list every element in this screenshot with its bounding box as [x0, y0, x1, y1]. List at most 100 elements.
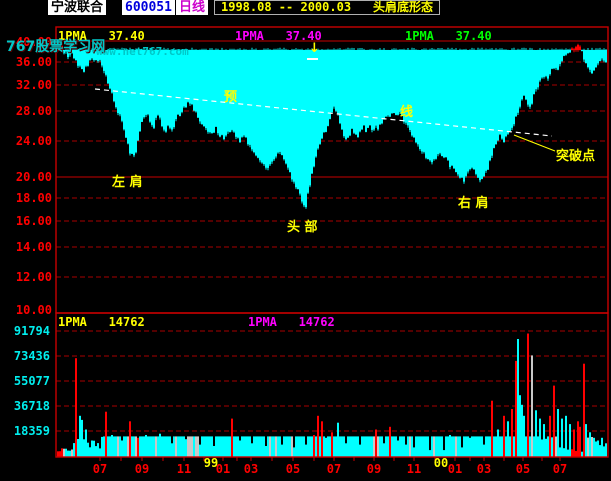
volume-bar [517, 339, 519, 457]
candle-body [433, 50, 435, 160]
volume-bar [415, 436, 417, 457]
volume-bar [483, 444, 485, 457]
candle-body [395, 50, 397, 115]
candle-body [445, 50, 447, 158]
volume-bar [521, 404, 523, 457]
candle-body [131, 50, 133, 154]
candle-body [453, 50, 455, 169]
volume-bar [595, 441, 597, 457]
price-ma-label: 1PMA 37.40 [405, 29, 492, 43]
volume-bar [543, 424, 545, 457]
candle-body [597, 50, 599, 64]
volume-bar [337, 422, 339, 457]
price-axis-label: 12.00 [15, 270, 52, 284]
volume-bar [107, 436, 109, 457]
candle-body [257, 50, 259, 158]
volume-bar [417, 436, 419, 457]
volume-bar [449, 435, 451, 457]
volume-bar [87, 442, 89, 457]
volume-bar [477, 436, 479, 457]
volume-bar [493, 436, 495, 457]
candle-body [529, 50, 531, 107]
candle-body [573, 49, 575, 51]
volume-bar [59, 451, 61, 457]
candle-body [387, 50, 389, 116]
candle-body [479, 50, 481, 181]
candle-body [537, 50, 539, 88]
candle-body [601, 50, 603, 59]
volume-bar [247, 436, 249, 457]
volume-bar [125, 436, 127, 457]
candle-body [255, 50, 257, 156]
volume-bar [399, 436, 401, 457]
chart-canvas[interactable] [0, 0, 611, 481]
candle-body [463, 50, 465, 182]
volume-bar [581, 451, 583, 457]
volume-bar [129, 421, 131, 457]
volume-axis-label: 55077 [13, 374, 50, 388]
candle-body [153, 50, 155, 128]
volume-bar [355, 436, 357, 457]
candle-body [335, 50, 337, 111]
volume-bar [193, 436, 195, 457]
candle-body [199, 50, 201, 122]
volume-ma-label: 1PMA 14762 [248, 315, 335, 329]
candle-body [349, 50, 351, 136]
volume-bar [159, 433, 161, 457]
chart-annotation: 预 [224, 90, 238, 105]
volume-bar [571, 449, 573, 457]
candle-body [365, 50, 367, 132]
volume-bar [601, 437, 603, 457]
candle-body [297, 50, 299, 190]
volume-bar [231, 418, 233, 457]
candle-body [583, 50, 585, 60]
volume-bar [127, 436, 129, 457]
volume-bar [541, 439, 543, 457]
volume-bar [113, 436, 115, 457]
candle-body [503, 50, 505, 143]
volume-bar [279, 436, 281, 457]
volume-bar [435, 436, 437, 457]
volume-bar [99, 448, 101, 457]
volume-layer [57, 333, 607, 457]
candle-body [587, 50, 589, 67]
volume-bar [579, 426, 581, 457]
volume-bar [519, 395, 521, 457]
volume-bar [291, 436, 293, 457]
volume-bar [71, 449, 73, 457]
volume-bar [411, 436, 413, 457]
volume-bar [211, 436, 213, 457]
volume-bar [501, 436, 503, 457]
volume-bar [593, 437, 595, 457]
candle-body [541, 50, 543, 78]
candle-body [605, 50, 607, 63]
price-axis-label: 36.00 [15, 55, 52, 69]
volume-bar [335, 436, 337, 457]
candle-body [291, 50, 293, 180]
candle-body [525, 50, 527, 100]
volume-bar [453, 436, 455, 457]
volume-bar [509, 436, 511, 457]
volume-bar [461, 447, 463, 457]
volume-bar [153, 436, 155, 457]
volume-bar [263, 436, 265, 457]
volume-bar [407, 436, 409, 457]
volume-bar [145, 435, 147, 457]
volume-bar [111, 435, 113, 457]
candle-body [519, 50, 521, 107]
volume-bar [179, 436, 181, 457]
candle-body [369, 50, 371, 125]
x-axis-month-label: 09 [134, 462, 150, 476]
volume-bar [393, 436, 395, 457]
x-axis-month-label: 07 [552, 462, 568, 476]
volume-bar [351, 436, 353, 457]
volume-bar [303, 436, 305, 457]
candle-body [517, 50, 519, 113]
volume-bar [457, 436, 459, 457]
volume-bar [323, 436, 325, 457]
candle-body [367, 50, 369, 128]
volume-bar [77, 439, 79, 457]
candle-body [509, 50, 511, 132]
volume-bar [67, 450, 69, 457]
volume-bar [359, 444, 361, 457]
